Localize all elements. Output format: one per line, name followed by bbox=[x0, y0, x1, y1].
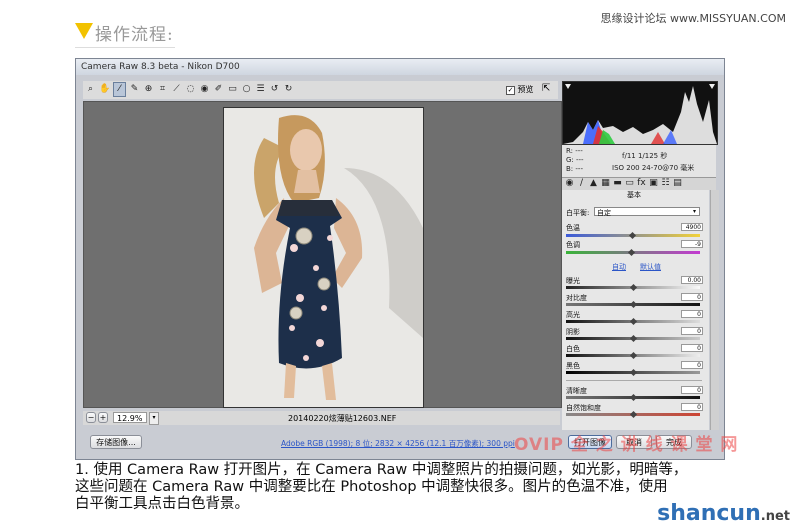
crop-tool-icon[interactable]: ⌗ bbox=[157, 83, 168, 96]
site-watermark: 思缘设计论坛 www.MISSYUAN.COM bbox=[600, 12, 786, 25]
caption-line-1: 1. 使用 Camera Raw 打开图片，在 Camera Raw 中调整照片… bbox=[75, 462, 688, 478]
tab-detail-icon[interactable]: ▲ bbox=[588, 177, 599, 190]
file-name: 20140220炫薄贴12603.NEF bbox=[288, 414, 397, 423]
rotate-left-icon[interactable]: ↺ bbox=[269, 83, 280, 96]
tab-presets-icon[interactable]: ☷ bbox=[660, 177, 671, 190]
color-sampler-icon[interactable]: ✎ bbox=[129, 83, 140, 96]
workflow-options-link[interactable]: Adobe RGB (1998); 8 位; 2832 × 4256 (12.1… bbox=[281, 438, 515, 449]
white-balance-label: 白平衡: bbox=[566, 209, 590, 217]
camera-info: R: --- G: --- B: --- f/11 1/125 秒 ISO 20… bbox=[562, 145, 716, 177]
whites-value[interactable]: 0 bbox=[681, 344, 703, 352]
rotate-right-icon[interactable]: ↻ bbox=[283, 83, 294, 96]
b-readout: B: --- bbox=[566, 165, 583, 173]
hand-tool-icon[interactable]: ✋ bbox=[99, 83, 110, 96]
zoom-in-button[interactable]: + bbox=[98, 412, 108, 423]
preview-label: 预览 bbox=[517, 85, 534, 94]
model-photo bbox=[224, 108, 423, 407]
tool-strip: ⌕ ✋ ⁄ ✎ ⊕ ⌗ ⟋ ◌ ◉ ✐ ▭ ○ ☰ ↺ ↻ bbox=[83, 81, 558, 99]
tab-basic-icon[interactable]: ◉ bbox=[564, 177, 575, 190]
title-underline bbox=[75, 47, 175, 48]
preferences-icon[interactable]: ☰ bbox=[255, 83, 266, 96]
brand-name: shancun bbox=[657, 501, 761, 526]
red-eye-icon[interactable]: ◉ bbox=[199, 83, 210, 96]
white-balance-tool-icon[interactable]: ⁄ bbox=[113, 82, 126, 97]
tab-camera-icon[interactable]: ▣ bbox=[648, 177, 659, 190]
select-arrow-icon: ▾ bbox=[693, 208, 697, 215]
tab-hsl-icon[interactable]: ▦ bbox=[600, 177, 611, 190]
caption-line-2: 这些问题在 Camera Raw 中调整要比在 Photoshop 中调整快很多… bbox=[75, 479, 668, 495]
ovip-watermark: OVIP 全 之 讲 线 课 堂 网 bbox=[514, 435, 739, 455]
g-readout: G: --- bbox=[566, 156, 584, 164]
histogram-graph bbox=[563, 84, 717, 144]
tab-snapshots-icon[interactable]: ▤ bbox=[672, 177, 683, 190]
auto-link[interactable]: 自动 bbox=[612, 262, 626, 272]
exposure-value[interactable]: 0.00 bbox=[681, 276, 703, 284]
blacks-value[interactable]: 0 bbox=[681, 361, 703, 369]
tint-value[interactable]: -9 bbox=[681, 240, 703, 248]
zoom-tool-icon[interactable]: ⌕ bbox=[85, 83, 96, 96]
adjust-brush-icon[interactable]: ✐ bbox=[213, 83, 224, 96]
tab-lens-icon[interactable]: ▭ bbox=[624, 177, 635, 190]
tab-effects-icon[interactable]: fx bbox=[636, 177, 647, 190]
zoom-dropdown-icon[interactable]: ▾ bbox=[149, 412, 159, 425]
white-balance-select[interactable]: 自定 bbox=[594, 207, 700, 217]
zoom-level-field[interactable]: 12.9% bbox=[113, 412, 147, 423]
photo-preview[interactable] bbox=[223, 107, 424, 408]
camera-raw-window: Camera Raw 8.3 beta - Nikon D700 ⌕ ✋ ⁄ ✎… bbox=[75, 58, 725, 460]
zoom-bar: − + 12.9% ▾ 20140220炫薄贴12603.NEF bbox=[83, 411, 560, 425]
brand-tld: .net bbox=[760, 509, 790, 524]
vibrance-value[interactable]: 0 bbox=[681, 403, 703, 411]
checkbox-icon: ✓ bbox=[506, 86, 515, 95]
preview-checkbox[interactable]: ✓ 预览 bbox=[506, 84, 534, 95]
default-link[interactable]: 默认值 bbox=[640, 262, 661, 272]
tab-tone-curve-icon[interactable]: ∕ bbox=[576, 177, 587, 190]
iso-lens: ISO 200 24-70@70 毫米 bbox=[612, 164, 695, 172]
straighten-icon[interactable]: ⟋ bbox=[171, 83, 182, 96]
contrast-value[interactable]: 0 bbox=[681, 293, 703, 301]
aperture-shutter: f/11 1/125 秒 bbox=[622, 152, 668, 160]
panel-divider bbox=[566, 380, 702, 381]
white-balance-row: 白平衡: 自定 ▾ bbox=[566, 207, 702, 217]
zoom-out-button[interactable]: − bbox=[86, 412, 96, 423]
caption-line-3: 白平衡工具点击白色背景。 bbox=[75, 496, 249, 512]
panel-title: 基本 bbox=[627, 191, 641, 199]
clarity-value[interactable]: 0 bbox=[681, 386, 703, 394]
basic-panel: 基本 白平衡: 自定 ▾ 色温 4900 色调 -9 自动 默认值 曝光 0.0… bbox=[562, 190, 709, 430]
targeted-adjust-icon[interactable]: ⊕ bbox=[143, 83, 154, 96]
shadows-value[interactable]: 0 bbox=[681, 327, 703, 335]
section-title: 操作流程: bbox=[95, 25, 174, 45]
r-readout: R: --- bbox=[566, 147, 583, 155]
auto-default-row: 自动 默认值 bbox=[566, 262, 702, 271]
save-image-button[interactable]: 存储图像... bbox=[90, 435, 142, 449]
caption: 1. 使用 Camera Raw 打开图片，在 Camera Raw 中调整照片… bbox=[75, 462, 725, 513]
graduated-filter-icon[interactable]: ▭ bbox=[227, 83, 238, 96]
tab-split-icon[interactable]: ▬ bbox=[612, 177, 623, 190]
spot-removal-icon[interactable]: ◌ bbox=[185, 83, 196, 96]
panel-scrollbar[interactable] bbox=[710, 190, 719, 430]
window-titlebar: Camera Raw 8.3 beta - Nikon D700 bbox=[76, 59, 724, 75]
panel-tabs: ◉ ∕ ▲ ▦ ▬ ▭ fx ▣ ☷ ▤ bbox=[562, 177, 716, 190]
radial-filter-icon[interactable]: ○ bbox=[241, 83, 252, 96]
temperature-value[interactable]: 4900 bbox=[681, 223, 703, 231]
highlights-value[interactable]: 0 bbox=[681, 310, 703, 318]
header-triangle-icon bbox=[75, 23, 93, 39]
histogram bbox=[562, 81, 718, 145]
fullscreen-icon[interactable]: ⇱ bbox=[542, 83, 550, 94]
shancun-logo: shancun.net bbox=[657, 501, 790, 526]
